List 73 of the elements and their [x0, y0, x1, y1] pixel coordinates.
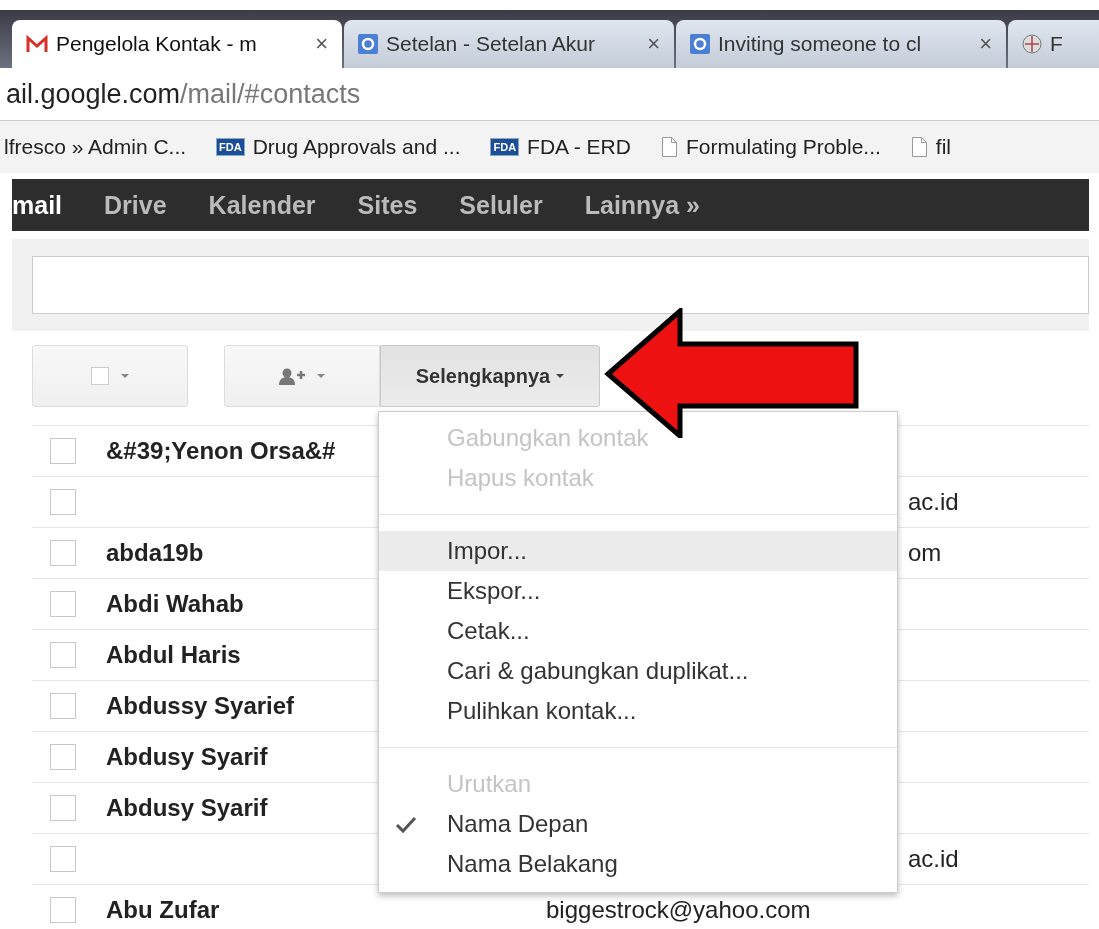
url-path: /mail/#contacts — [180, 78, 361, 109]
tab-title: F — [1050, 32, 1064, 56]
menu-item[interactable]: Nama Depan — [379, 804, 897, 844]
browser-tab[interactable]: F — [1008, 20, 1099, 68]
select-menu-button[interactable] — [32, 345, 188, 407]
nav-link[interactable]: Drive — [104, 190, 167, 220]
menu-item[interactable]: Impor... — [379, 531, 897, 571]
bookmark-link[interactable]: FDA - ERD — [527, 135, 631, 159]
row-checkbox[interactable] — [50, 897, 76, 923]
contact-name: Abdi Wahab — [106, 590, 244, 617]
tab-title: Setelan - Setelan Akur — [386, 32, 596, 56]
page-icon — [660, 136, 678, 158]
menu-item: Gabungkan kontak — [446, 423, 650, 453]
menu-item[interactable]: Ekspor... — [379, 571, 897, 611]
menu-item[interactable]: Pulihkan kontak... — [379, 691, 897, 731]
globe-icon — [1022, 34, 1042, 54]
nav-link[interactable]: mail — [12, 190, 63, 220]
menu-item[interactable]: Cari & gabungkan duplikat... — [379, 651, 897, 691]
menu-item: Hapus kontak — [446, 463, 595, 493]
bookmark-link[interactable]: Drug Approvals and ... — [252, 135, 461, 159]
row-checkbox[interactable] — [50, 744, 76, 770]
contact-email: ac.id — [908, 845, 959, 873]
contact-email: om — [908, 539, 942, 567]
row-checkbox[interactable] — [50, 438, 76, 464]
bookmark-link[interactable]: Formulating Proble... — [685, 135, 881, 159]
menu-item[interactable]: Cetak... — [379, 611, 897, 651]
contact-name: Abu Zufar — [106, 896, 220, 923]
menu-item[interactable]: Nama Belakang — [379, 844, 897, 884]
contact-name: Abdul Haris — [106, 641, 241, 668]
contact-name: &#39;Yenon Orsa&# — [106, 437, 336, 464]
row-checkbox[interactable] — [50, 642, 76, 668]
row-checkbox[interactable] — [50, 795, 76, 821]
nav-link[interactable]: Kalender — [208, 190, 316, 220]
contact-email: biggestrock@yahoo.com — [546, 896, 811, 924]
row-checkbox[interactable] — [50, 846, 76, 872]
row-checkbox[interactable] — [50, 591, 76, 617]
nav-link[interactable]: Lainnya » — [584, 190, 701, 220]
row-checkbox[interactable] — [50, 540, 76, 566]
check-icon — [395, 814, 417, 834]
tab-title: Pengelola Kontak - m — [56, 32, 258, 56]
browser-tab[interactable]: Inviting someone to cl × — [676, 20, 1006, 68]
search-field[interactable] — [32, 256, 1089, 314]
tab-title: Inviting someone to cl — [718, 32, 923, 56]
url-host: ail.google.com — [6, 78, 181, 109]
browser-tab[interactable]: Setelan - Setelan Akur × — [344, 20, 674, 68]
address-bar[interactable]: ail.google.com/mail/#contacts — [0, 78, 361, 110]
caret-icon — [317, 374, 325, 378]
row-checkbox[interactable] — [50, 693, 76, 719]
contact-email: ac.id — [908, 488, 959, 516]
caret-icon — [556, 374, 565, 378]
nav-link[interactable]: Sites — [357, 190, 418, 220]
fda-icon: FDA — [216, 138, 245, 156]
row-checkbox[interactable] — [50, 489, 76, 515]
close-icon[interactable]: × — [979, 31, 992, 57]
page-icon — [910, 136, 928, 158]
caret-icon — [121, 374, 129, 378]
contact-name: abda19b — [106, 539, 204, 566]
fda-icon: FDA — [490, 138, 520, 156]
bookmark-link[interactable]: fil — [935, 135, 952, 159]
contact-name: Abdusy Syarif — [106, 743, 268, 770]
menu-heading: Urutkan — [446, 769, 533, 799]
mail-icon — [26, 34, 48, 54]
contact-name: Abdussy Syarief — [106, 692, 295, 719]
nav-link[interactable]: Seluler — [459, 190, 543, 220]
checkbox-icon — [91, 367, 109, 385]
contact-name: Abdusy Syarif — [106, 794, 268, 821]
person-add-icon — [279, 367, 305, 385]
close-icon[interactable]: × — [315, 31, 328, 57]
browser-tab[interactable]: Pengelola Kontak - m × — [12, 20, 342, 68]
add-contact-button[interactable] — [224, 345, 380, 407]
close-icon[interactable]: × — [647, 31, 660, 57]
bookmark-link[interactable]: lfresco » Admin C... — [4, 135, 187, 159]
more-button[interactable]: Selengkapnya — [380, 345, 600, 407]
